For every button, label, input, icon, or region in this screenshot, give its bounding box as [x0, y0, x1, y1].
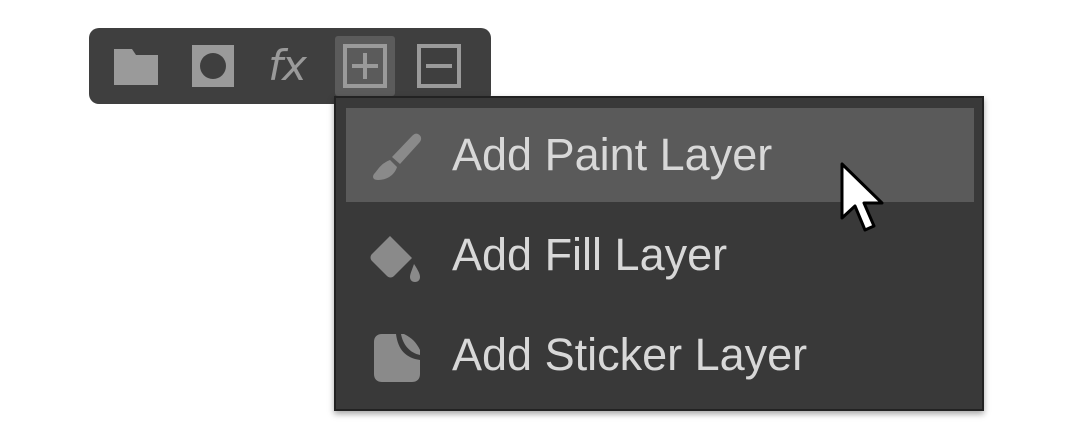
menu-item-label: Add Paint Layer	[452, 129, 773, 180]
add-layer-menu: Add Paint Layer Add Fill Layer Add Stick…	[334, 96, 984, 411]
add-mask-button[interactable]	[183, 36, 243, 96]
layer-toolbar: fx	[89, 28, 491, 104]
menu-item-add-fill-layer[interactable]: Add Fill Layer	[346, 208, 974, 302]
mask-icon	[192, 45, 234, 87]
minus-square-icon	[417, 44, 461, 88]
menu-item-label: Add Sticker Layer	[452, 329, 808, 380]
menu-item-add-paint-layer[interactable]: Add Paint Layer	[346, 108, 974, 202]
menu-item-add-sticker-layer[interactable]: Add Sticker Layer	[346, 308, 974, 402]
new-folder-button[interactable]	[106, 36, 166, 96]
plus-square-icon	[343, 44, 387, 88]
sticker-icon	[374, 334, 420, 382]
add-effect-button[interactable]: fx	[257, 36, 317, 96]
menu-item-label: Add Fill Layer	[452, 229, 728, 280]
remove-layer-button[interactable]	[409, 36, 469, 96]
paint-bucket-icon	[370, 236, 420, 282]
paint-brush-icon	[373, 133, 422, 180]
fx-icon: fx	[268, 41, 307, 90]
folder-icon	[114, 49, 158, 85]
add-layer-button[interactable]	[335, 36, 395, 96]
canvas: fx Add Paint Layer Add Fill Layer Add St…	[0, 0, 1077, 445]
